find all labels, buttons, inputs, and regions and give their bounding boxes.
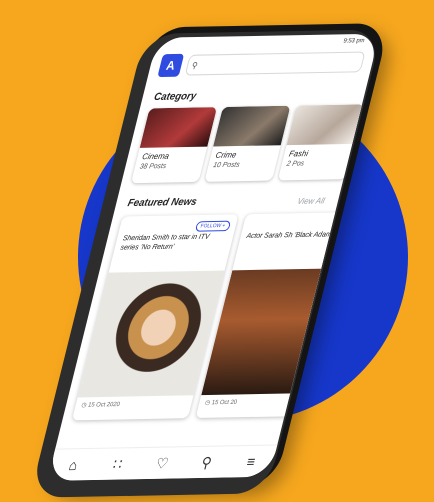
heart-icon[interactable]: ♡ [148, 454, 176, 472]
category-name: Fashi [288, 148, 310, 159]
search-icon[interactable]: ⚲ [193, 453, 221, 471]
category-list: Cinema 38 Posts Crime 10 Posts Fashi 2 P… [130, 104, 380, 184]
top-bar: A ⚲ [157, 50, 366, 78]
category-image [286, 104, 364, 146]
status-time: 9:53 pm [342, 38, 366, 45]
clock-icon: ◷ [80, 402, 88, 409]
promo-stage: 9:53 pm A ⚲ Category Cinema 38 Posts Cri… [0, 0, 434, 502]
news-date-text: 15 Oct 2020 [87, 401, 121, 409]
follow-button[interactable]: FOLLOW + [194, 220, 232, 232]
search-input[interactable]: ⚲ [184, 51, 366, 76]
category-card-crime[interactable]: Crime 10 Posts [204, 105, 291, 182]
category-count: 38 Posts [138, 162, 167, 171]
featured-news-title: Featured News [126, 196, 198, 210]
category-image [213, 105, 291, 147]
view-all-link[interactable]: View All [296, 196, 325, 206]
bottom-nav: ⌂ ∷ ♡ ⚲ ≡ [47, 444, 278, 481]
status-bar: 9:53 pm [343, 38, 366, 45]
category-count: 10 Posts [212, 161, 241, 170]
menu-icon[interactable]: ≡ [237, 453, 264, 470]
category-card-fashion[interactable]: Fashi 2 Pos [277, 104, 364, 181]
category-name: Crime [214, 150, 238, 160]
news-date-text: 15 Oct 20 [210, 399, 238, 407]
category-title: Category [152, 90, 198, 104]
category-image [139, 107, 218, 148]
category-count: 2 Pos [285, 160, 305, 168]
app-logo[interactable]: A [157, 53, 185, 78]
home-icon[interactable]: ⌂ [60, 456, 87, 473]
search-icon: ⚲ [190, 60, 199, 70]
clock-icon: ◷ [204, 400, 211, 407]
news-date: ◷ 15 Oct 2020 [74, 395, 194, 413]
category-card-cinema[interactable]: Cinema 38 Posts [130, 107, 218, 184]
app-logo-letter: A [164, 58, 177, 73]
category-name: Cinema [141, 151, 171, 162]
grid-icon[interactable]: ∷ [104, 455, 132, 473]
news-image [77, 270, 225, 398]
